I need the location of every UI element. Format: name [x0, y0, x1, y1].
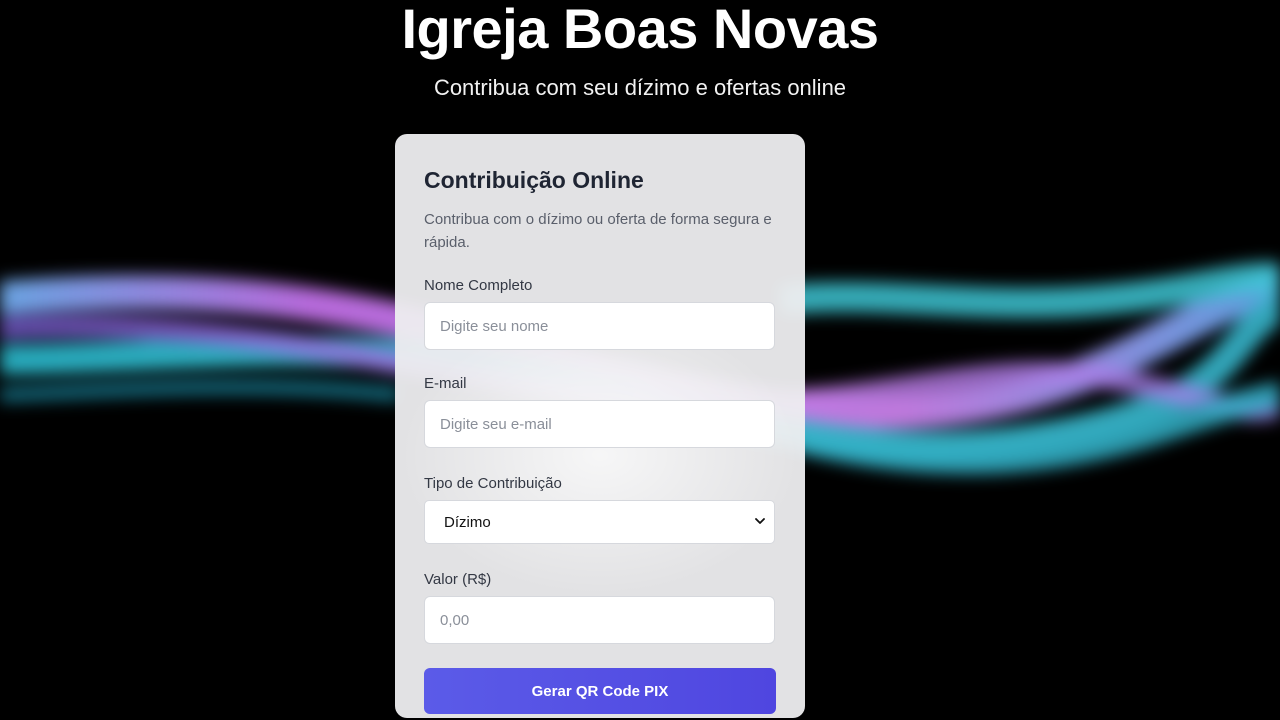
email-input[interactable]: [424, 400, 775, 448]
form-description: Contribua com o dízimo ou oferta de form…: [424, 211, 772, 251]
amount-label: Valor (R$): [424, 571, 492, 588]
contribution-type-select[interactable]: Dízimo: [424, 500, 775, 544]
page-subtitle: Contribua com seu dízimo e ofertas onlin…: [433, 75, 847, 100]
email-label: E-mail: [424, 375, 467, 392]
name-input[interactable]: [424, 302, 775, 350]
amount-input[interactable]: [424, 596, 775, 644]
contribution-type-value: Dízimo: [444, 514, 491, 531]
name-label: Nome Completo: [424, 277, 533, 294]
chevron-down-icon: [755, 518, 765, 524]
contribution-form-card: Contribuição Online Contribua com o dízi…: [395, 134, 805, 718]
generate-pix-qr-button[interactable]: Gerar QR Code PIX: [424, 668, 776, 714]
form-title: Contribuição Online: [424, 167, 644, 193]
page: Igreja Boas Novas Contribua com seu dízi…: [0, 0, 1280, 720]
page-title: Igreja Boas Novas: [401, 0, 879, 60]
contribution-type-label: Tipo de Contribuição: [424, 475, 562, 492]
